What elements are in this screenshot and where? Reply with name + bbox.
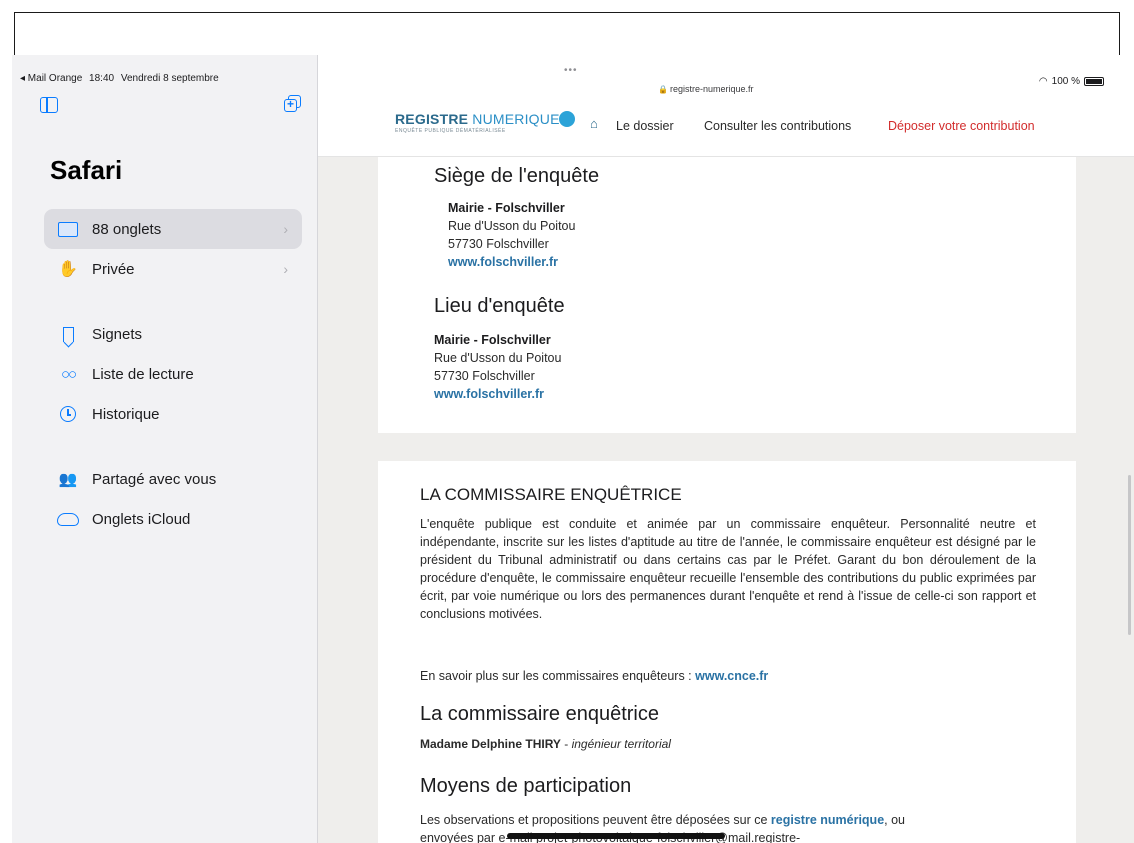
sidebar-item-tabs[interactable]: 88 onglets › [44,209,302,249]
sidebar-item-reading-list[interactable]: ○○ Liste de lecture [44,354,302,394]
logo-secondary: NUMERIQUE [472,111,560,127]
browser-content: ••• 🔒 registre-numerique.fr ◠ 100 % REGIS… [318,55,1134,843]
nav-deposer[interactable]: Déposer votre contribution [888,119,1035,133]
status-time: 18:40 [89,73,115,84]
sidebar-item-label: 88 onglets [92,220,162,238]
sidebar-item-label: Liste de lecture [92,365,194,383]
person-role: ingénieur territorial [571,737,671,751]
back-to-app[interactable]: ◂ Mail Orange [20,73,82,84]
safari-sidebar: ◂ Mail Orange 18:40 Vendredi 8 septembre… [12,55,318,843]
siege-website-link[interactable]: www.folschviller.fr [448,253,575,271]
sidebar-item-label: Historique [92,405,160,423]
new-tab-group-icon[interactable]: + [284,95,302,113]
sidebar-item-history[interactable]: Historique [44,394,302,434]
chevron-right-icon: › [283,221,288,237]
registre-link[interactable]: registre numérique [771,813,884,827]
sidebar-item-label: Onglets iCloud [92,510,191,528]
lieu-title: Lieu d'enquête [434,295,565,317]
logo-tagline: ENQUÊTE PUBLIQUE DÉMATÉRIALISÉE [395,128,506,134]
cnce-prefix: En savoir plus sur les commissaires enqu… [420,669,696,683]
hand-icon: ✋ [58,261,78,278]
lieu-street: Rue d'Usson du Poitou [434,351,562,365]
person-separator: - [560,737,572,751]
sidebar-item-label: Partagé avec vous [92,470,217,488]
lieu-address: Mairie - Folschviller Rue d'Usson du Poi… [434,331,561,403]
siege-address: Mairie - Folschviller Rue d'Usson du Poi… [448,199,575,271]
commissaire-card: LA COMMISSAIRE ENQUÊTRICE L'enquête publ… [378,461,1076,843]
battery-icon [1084,77,1104,86]
cnce-line: En savoir plus sur les commissaires enqu… [420,667,1036,685]
nav-dossier[interactable]: Le dossier [616,119,674,133]
sidebar-item-shared[interactable]: 👥 Partagé avec vous [44,459,302,499]
sidebar-title: Safari [50,155,123,185]
lieu-name: Mairie - Folschviller [434,333,551,347]
site-navbar: REGISTRE NUMERIQUE ENQUÊTE PUBLIQUE DÉMA… [318,103,1134,157]
browser-topbar: ••• 🔒 registre-numerique.fr ◠ 100 % [318,55,1134,103]
commissaire-paragraph: L'enquête publique est conduite et animé… [420,517,1036,621]
address-bar[interactable]: 🔒 registre-numerique.fr [658,84,754,94]
siege-title: Siège de l'enquête [434,165,600,187]
logo-primary: REGISTRE [395,111,469,127]
commissaire-subtitle: La commissaire enquêtrice [420,703,659,725]
moyens-prefix: Les observations et propositions peuvent… [420,813,771,827]
sidebar-item-bookmarks[interactable]: Signets [44,314,302,354]
siege-city: 57730 Folschviller [448,237,549,251]
scrollbar-thumb[interactable] [1128,475,1131,635]
wifi-icon: ◠ [1038,76,1048,87]
lieu-city: 57730 Folschviller [434,369,535,383]
status-date: Vendredi 8 septembre [120,73,219,84]
location-card: Siège de l'enquête Mairie - Folschviller… [378,157,1076,433]
lock-icon: 🔒 [658,85,668,94]
glasses-icon: ○○ [60,365,77,383]
clock-icon [56,406,80,422]
sidebar-toggle-icon[interactable] [40,97,58,113]
sidebar-item-private[interactable]: ✋ Privée › [44,249,302,289]
cnce-link[interactable]: www.cnce.fr [695,669,768,683]
sidebar-item-icloud-tabs[interactable]: Onglets iCloud [44,499,302,539]
url-text: registre-numerique.fr [669,84,754,94]
person-name: Madame Delphine THIRY [420,737,561,751]
sidebar-toolbar: + [40,95,302,119]
cloud-icon [56,512,80,526]
shared-people-icon: 👥 [58,471,78,488]
moyens-suffix: , ou [884,813,906,827]
battery-percent: 100 % [1051,76,1080,87]
sidebar-item-label: Signets [92,325,143,343]
multitasking-dots[interactable]: ••• [564,65,578,76]
moyens-title: Moyens de participation [420,775,632,797]
logo-mark-icon [559,111,575,127]
commissaire-section-title: LA COMMISSAIRE ENQUÊTRICE [420,485,682,504]
nav-consulter[interactable]: Consulter les contributions [704,119,851,133]
commissaire-person: Madame Delphine THIRY - ingénieur territ… [420,737,671,751]
siege-name: Mairie - Folschviller [448,201,565,215]
home-indicator[interactable] [507,833,725,839]
lieu-website-link[interactable]: www.folschviller.fr [434,385,561,403]
status-bar-right: ◠ 100 % [1039,76,1104,87]
bookmark-icon [56,326,80,342]
sidebar-item-label: Privée [92,260,135,278]
home-icon[interactable]: ⌂ [590,116,598,131]
tabs-icon [56,221,80,237]
status-bar-left: ◂ Mail Orange 18:40 Vendredi 8 septembre [20,73,223,84]
site-logo[interactable]: REGISTRE NUMERIQUE ENQUÊTE PUBLIQUE DÉMA… [395,111,560,134]
chevron-right-icon: › [283,261,288,277]
siege-street: Rue d'Usson du Poitou [448,219,576,233]
